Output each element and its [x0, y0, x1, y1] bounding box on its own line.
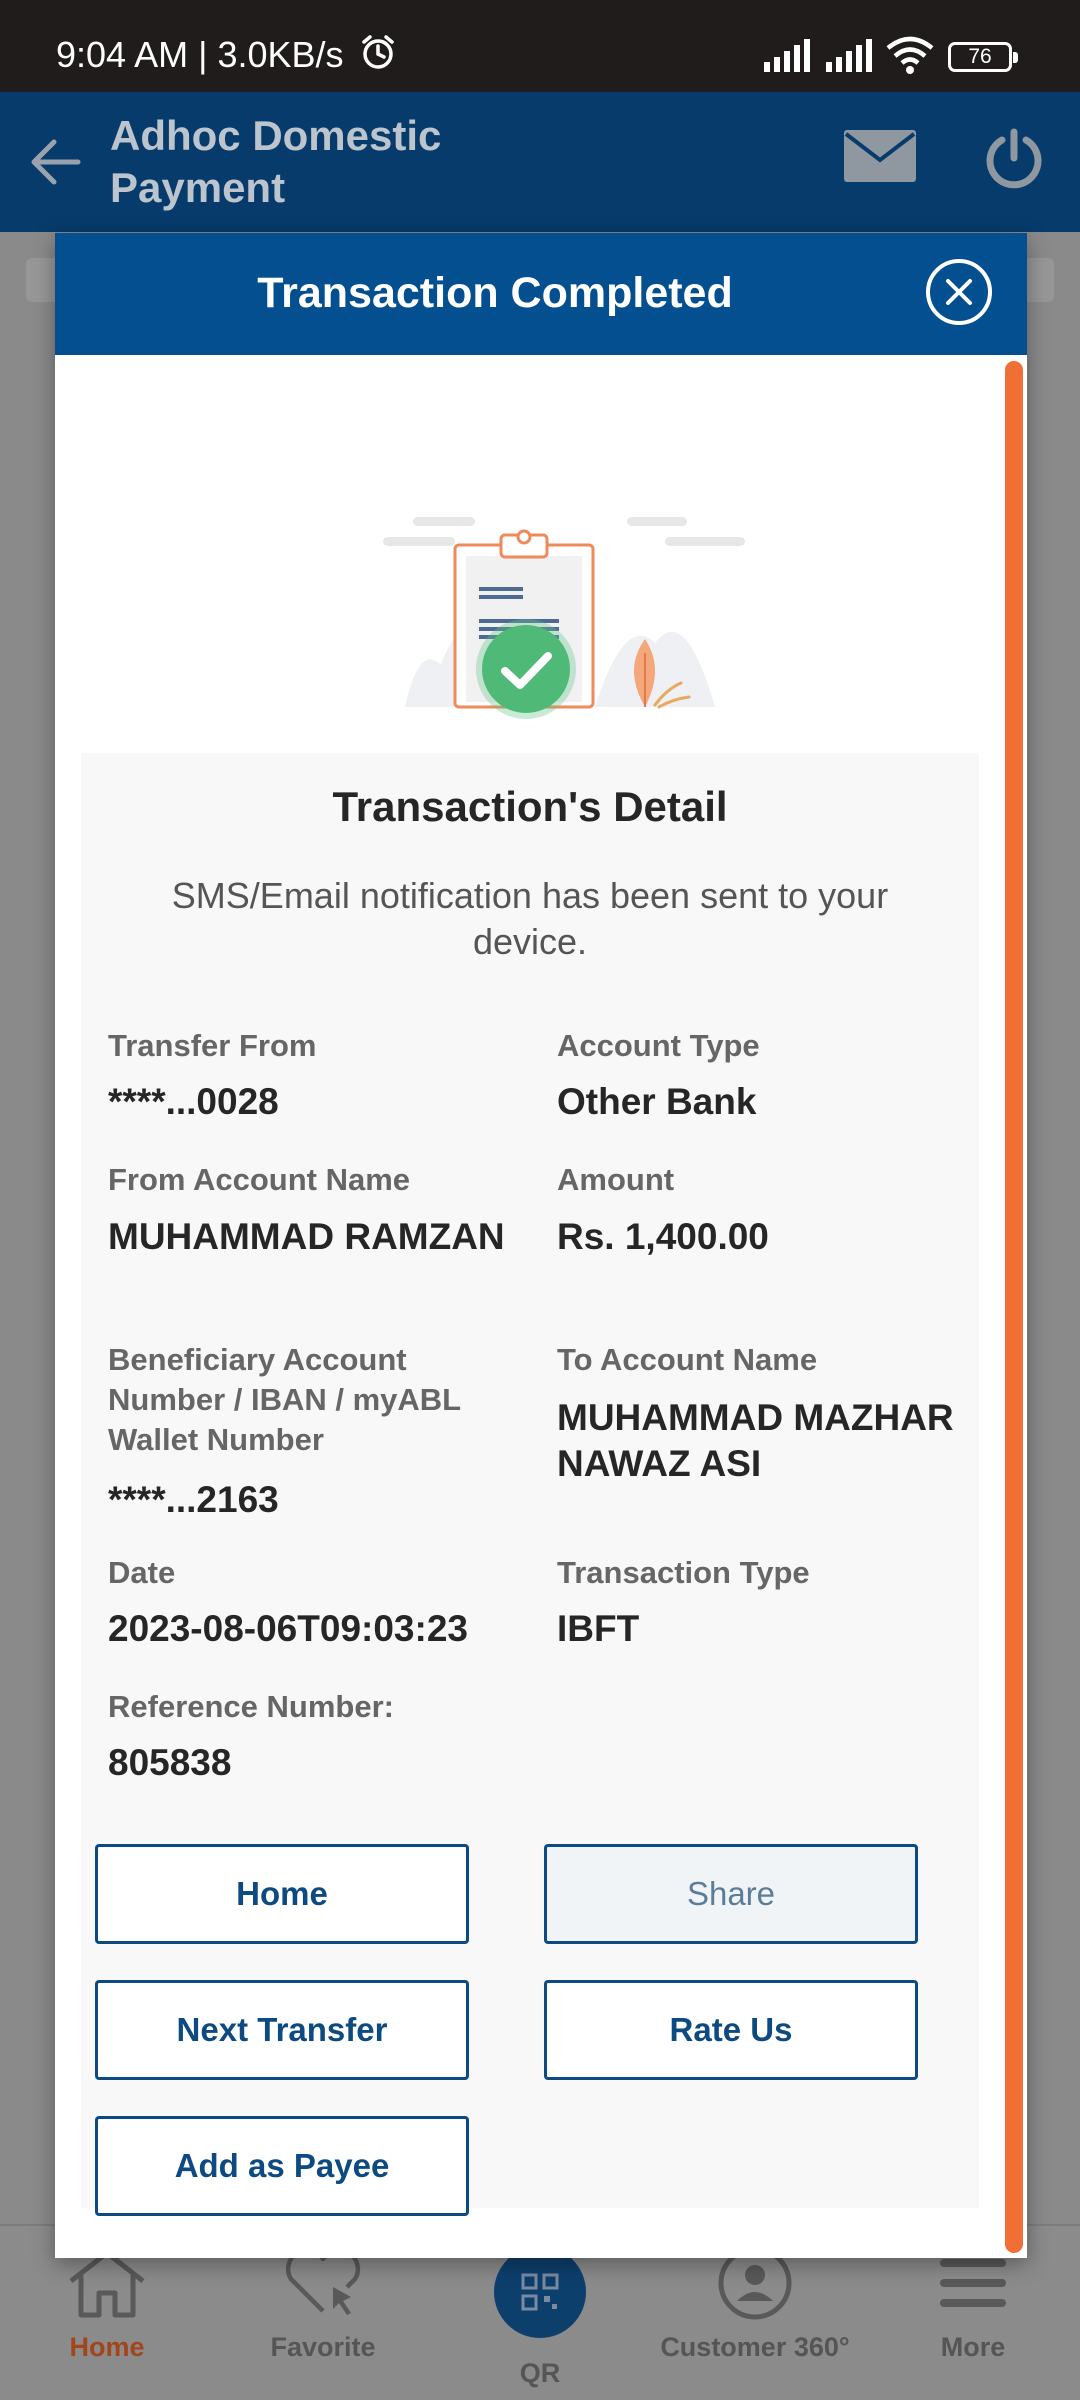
qr-button[interactable]	[494, 2246, 586, 2338]
nav-favorite-label: Favorite	[270, 2332, 376, 2362]
account-type-value: Other Bank	[557, 1081, 757, 1122]
success-clipboard-illustration	[383, 517, 745, 719]
home-button[interactable]: Home	[95, 1844, 469, 1944]
nav-qr-label: QR	[519, 2358, 561, 2388]
modal-title: Transaction Completed	[257, 269, 733, 317]
close-icon	[946, 279, 972, 305]
reference-number-label: Reference Number:	[108, 1689, 394, 1724]
power-icon[interactable]	[984, 128, 1044, 190]
notification-message: SMS/Email notification has been sent to …	[171, 875, 889, 962]
transaction-modal: Transaction Completed Transaction's Deta…	[55, 233, 1027, 2258]
date-label: Date	[108, 1555, 176, 1590]
date-value: 2023-08-06T09:03:23	[108, 1608, 468, 1649]
nav-home-label: Home	[69, 2332, 145, 2362]
to-account-name-value: MUHAMMAD MAZHAR NAWAZ ASI	[557, 1397, 954, 1484]
amount-value: Rs. 1,400.00	[557, 1216, 769, 1257]
transaction-type-value: IBFT	[557, 1608, 640, 1649]
scrollbar[interactable]	[1005, 361, 1023, 2253]
share-button[interactable]: Share	[544, 1844, 918, 1944]
transaction-detail-card: Transaction's Detail SMS/Email notificat…	[81, 753, 979, 2216]
back-arrow-icon[interactable]	[26, 136, 82, 188]
beneficiary-label: Beneficiary Account Number / IBAN / myAB…	[108, 1342, 461, 1457]
close-button[interactable]	[926, 259, 992, 325]
battery-indicator: 76	[948, 42, 1018, 72]
reference-number-value: 805838	[108, 1742, 232, 1783]
wifi-icon	[886, 36, 934, 74]
nav-home[interactable]: Home	[0, 2240, 222, 2363]
nav-customer-360-label: Customer 360°	[660, 2332, 850, 2362]
transaction-type-label: Transaction Type	[557, 1555, 810, 1590]
nav-more-label: More	[940, 2332, 1006, 2362]
beneficiary-value: ****...2163	[108, 1479, 279, 1520]
from-account-name-value: MUHAMMAD RAMZAN	[108, 1216, 505, 1257]
add-as-payee-button[interactable]: Add as Payee	[95, 2116, 469, 2216]
from-account-name-label: From Account Name	[108, 1162, 411, 1197]
page-title: Adhoc Domestic Payment	[110, 112, 442, 211]
alarm-icon	[362, 35, 394, 69]
nav-customer-360[interactable]: Customer 360°	[640, 2240, 870, 2363]
modal-header: Transaction Completed	[55, 233, 1027, 355]
transfer-from-value: ****...0028	[108, 1081, 279, 1122]
app-header: Adhoc Domestic Payment	[0, 92, 1080, 232]
nav-favorite[interactable]: Favorite	[208, 2240, 438, 2363]
detail-title: Transaction's Detail	[332, 783, 728, 830]
signal-icon	[764, 39, 810, 72]
mail-icon[interactable]	[842, 128, 918, 184]
status-bar: 9:04 AM | 3.0KB/s 76	[0, 0, 1080, 92]
next-transfer-button[interactable]: Next Transfer	[95, 1980, 469, 2080]
to-account-name-label: To Account Name	[557, 1342, 818, 1377]
status-time: 9:04 AM | 3.0KB/s	[56, 34, 344, 75]
menu-icon	[940, 2259, 1006, 2307]
nav-qr[interactable]: QR	[425, 2240, 655, 2389]
transfer-from-label: Transfer From	[108, 1028, 317, 1063]
amount-label: Amount	[557, 1162, 675, 1197]
qr-icon	[521, 2273, 559, 2311]
nav-more[interactable]: More	[858, 2240, 1080, 2363]
signal-icon-2	[826, 39, 872, 72]
rate-us-button[interactable]: Rate Us	[544, 1980, 918, 2080]
account-type-label: Account Type	[557, 1028, 760, 1063]
